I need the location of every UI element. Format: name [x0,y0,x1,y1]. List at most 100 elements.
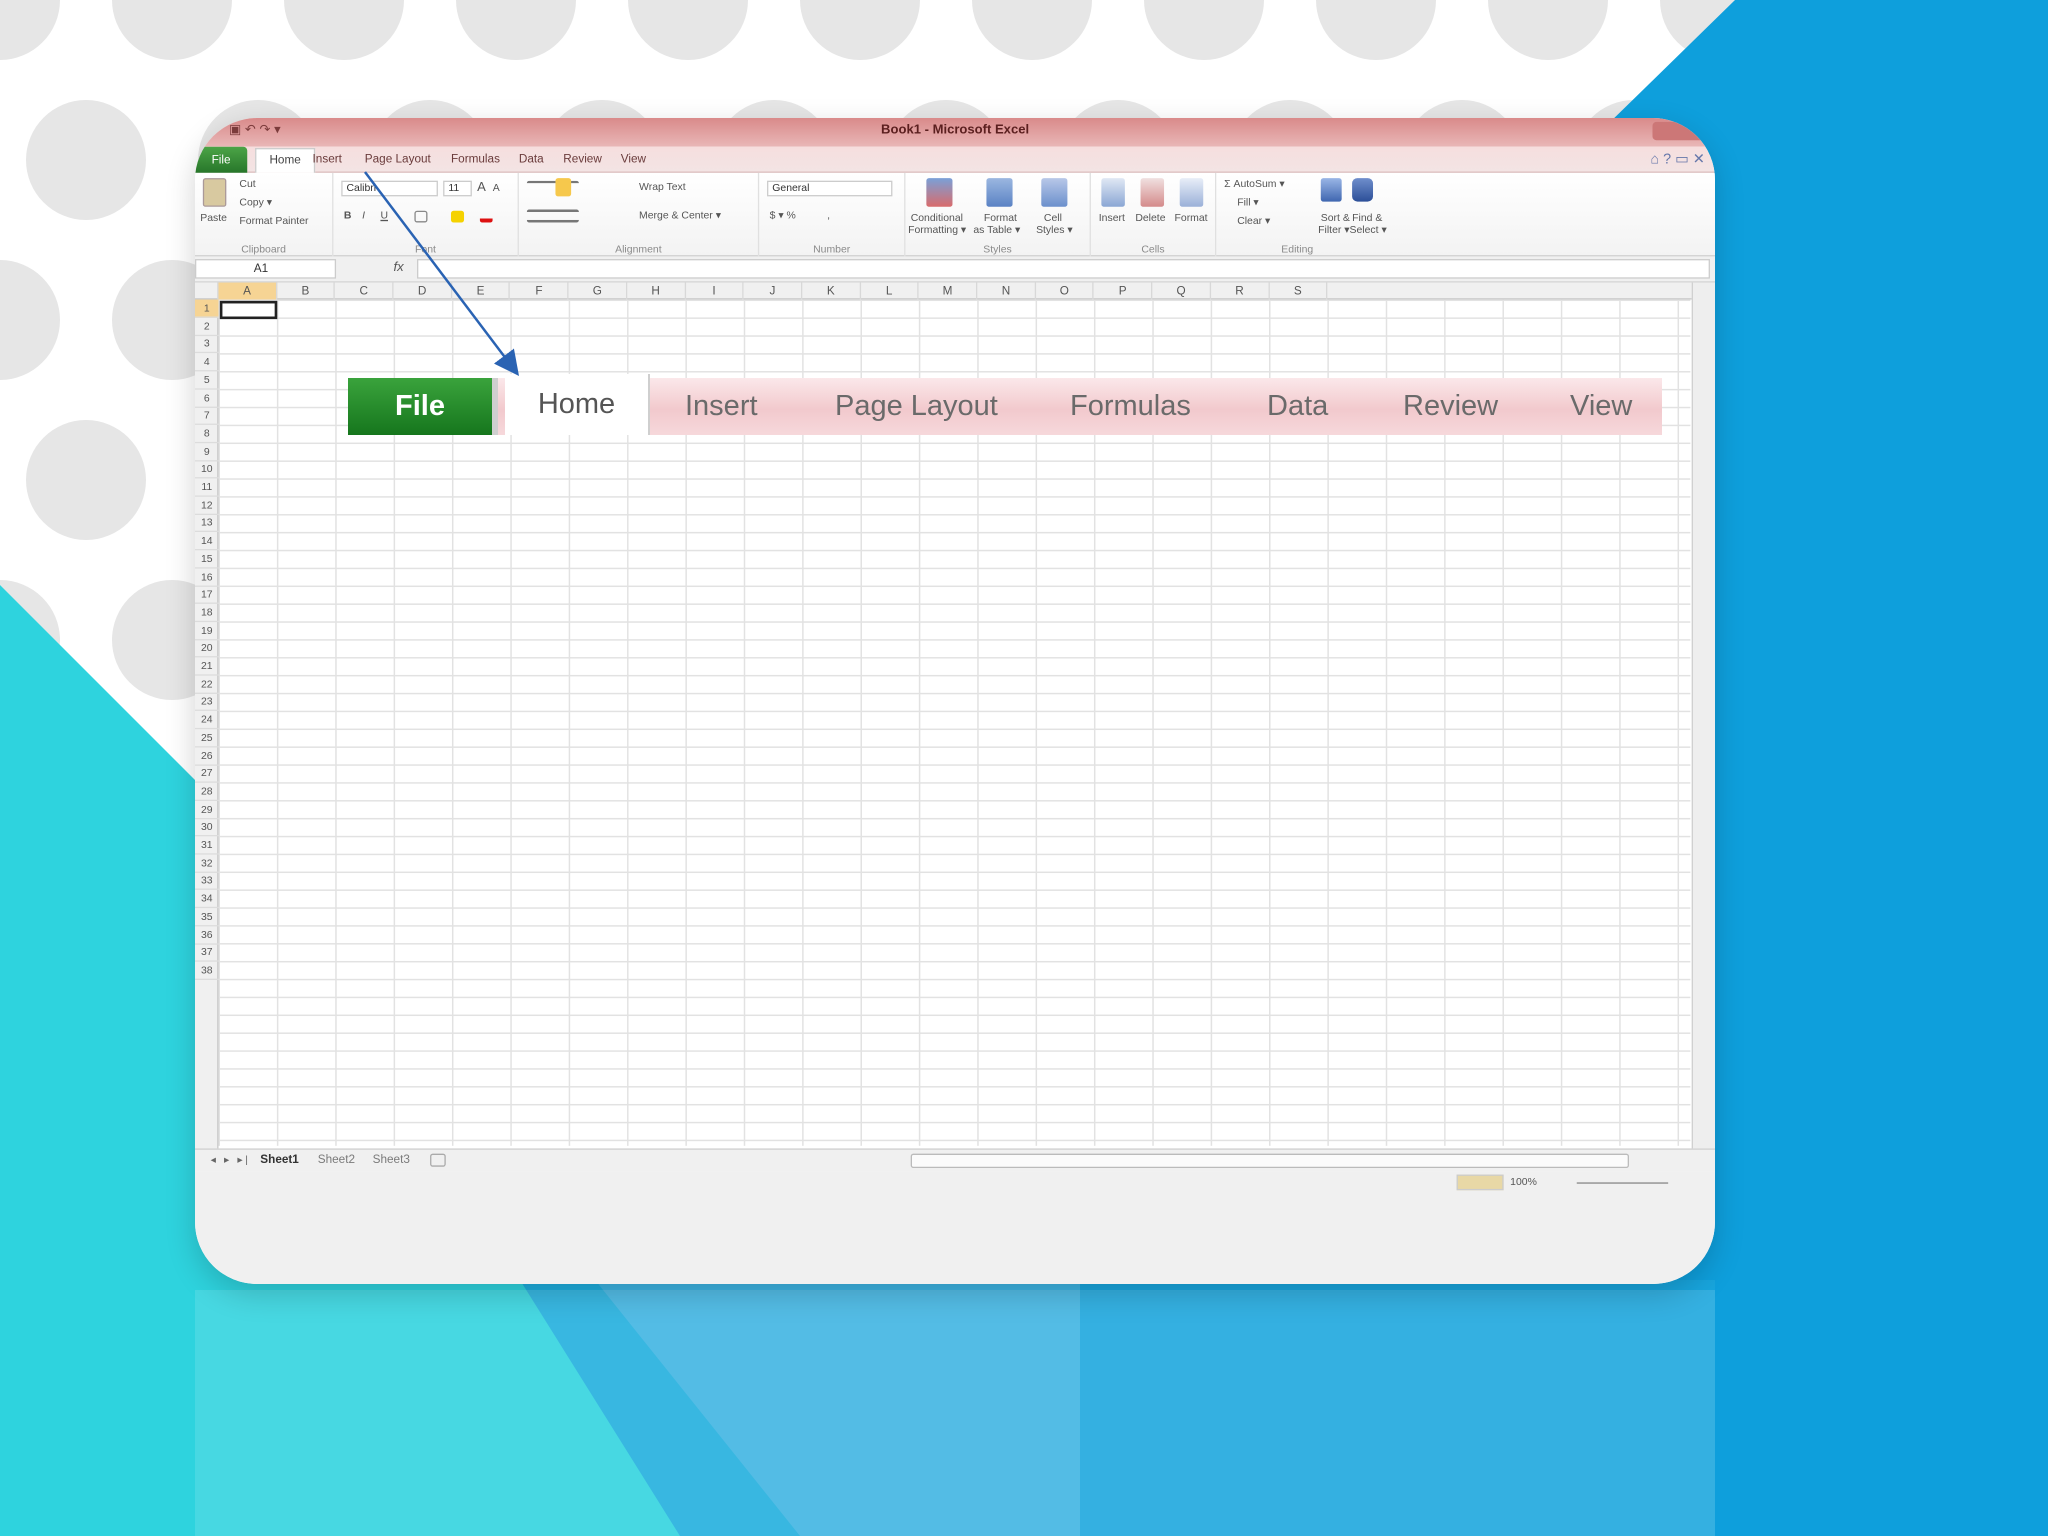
format-cells-button[interactable]: Format [1175,212,1208,224]
insert-sheet-icon[interactable] [430,1153,446,1167]
row-header[interactable]: 18 [195,604,219,622]
column-header[interactable]: G [569,282,628,300]
paste-button[interactable]: Paste [200,212,227,224]
font-size-select[interactable]: 11 [443,180,472,197]
row-header[interactable]: 24 [195,711,219,730]
find-select-button[interactable]: Find & [1352,212,1382,224]
row-header[interactable]: 10 [195,461,219,479]
italic-button[interactable]: I [362,209,365,221]
row-header[interactable]: 28 [195,783,219,801]
column-header[interactable]: Q [1153,282,1211,300]
currency-button[interactable]: $ ▾ % [770,209,796,221]
column-header[interactable]: S [1269,282,1328,300]
column-header[interactable]: N [977,282,1036,300]
underline-button[interactable]: U [380,209,388,221]
shrink-font-button[interactable]: A [493,182,500,194]
row-header[interactable]: 13 [195,514,219,533]
callout-tab-file[interactable]: File [348,378,498,435]
row-header[interactable]: 25 [195,729,219,748]
font-name-select[interactable]: Calibri [341,180,438,197]
column-header[interactable]: K [802,282,861,300]
row-header[interactable]: 8 [195,425,219,444]
callout-tab-home[interactable]: Home [505,374,650,435]
format-as-table-icon[interactable] [986,178,1013,207]
find-select-button-line2[interactable]: Select ▾ [1350,224,1387,236]
row-header[interactable]: 3 [195,335,219,354]
column-header[interactable]: O [1036,282,1095,300]
column-header[interactable]: C [335,282,394,300]
fill-button[interactable]: Fill ▾ [1237,196,1259,208]
row-header[interactable]: 30 [195,818,219,837]
row-header[interactable]: 37 [195,944,219,962]
bold-button[interactable]: B [344,209,352,221]
horizontal-scrollbar[interactable] [910,1153,1629,1169]
row-header[interactable]: 2 [195,317,219,336]
grow-font-button[interactable]: A [477,181,486,195]
vertical-scrollbar[interactable] [1691,282,1715,1149]
name-box[interactable]: A1 [195,259,337,279]
row-header[interactable]: 6 [195,389,219,408]
row-header[interactable]: 38 [195,962,219,980]
row-header[interactable]: 26 [195,747,219,766]
help-icons[interactable]: ⌂ ? ▭ ✕ [1650,151,1704,168]
row-header[interactable]: 7 [195,407,219,426]
callout-tab-page-layout[interactable]: Page Layout [835,378,998,435]
insert-cells-button[interactable]: Insert [1099,212,1125,224]
format-painter-button[interactable]: Format Painter [239,215,308,227]
window-controls[interactable] [1652,121,1708,141]
row-header[interactable]: 23 [195,693,219,712]
callout-tab-data[interactable]: Data [1267,378,1328,435]
number-format-select[interactable]: General [767,180,893,197]
formula-input[interactable] [417,259,1710,279]
column-header[interactable]: J [744,282,803,300]
callout-tab-view[interactable]: View [1570,378,1632,435]
autosum-button[interactable]: Σ AutoSum ▾ [1224,178,1284,190]
merge-center-button[interactable]: Merge & Center ▾ [639,209,721,221]
tab-insert[interactable]: Insert [313,152,342,165]
cut-button[interactable]: Cut [239,178,255,190]
column-header[interactable]: B [277,282,336,300]
row-header[interactable]: 5 [195,371,219,390]
comma-button[interactable]: , [827,209,830,221]
fill-color-icon[interactable] [450,210,465,223]
zoom-level[interactable]: 100% [1510,1176,1537,1188]
select-all-corner[interactable] [195,282,219,300]
row-header[interactable]: 17 [195,586,219,605]
find-select-icon[interactable] [1352,178,1374,202]
conditional-formatting-button[interactable]: Conditional [911,212,963,224]
row-header[interactable]: 1 [195,299,219,318]
cell-styles-button[interactable]: Cell [1044,212,1062,224]
tab-view[interactable]: View [621,152,646,165]
delete-cells-icon[interactable] [1140,178,1165,207]
tab-review[interactable]: Review [563,152,602,165]
row-header[interactable]: 14 [195,532,219,551]
column-header[interactable]: I [686,282,744,300]
row-header[interactable]: 20 [195,639,219,658]
align-middle-icon[interactable] [555,178,572,197]
callout-tab-insert[interactable]: Insert [685,378,758,435]
column-header[interactable]: R [1211,282,1270,300]
row-header[interactable]: 16 [195,568,219,587]
format-cells-icon[interactable] [1179,178,1204,207]
row-header[interactable]: 34 [195,890,219,909]
sort-filter-icon[interactable] [1320,178,1342,202]
row-header[interactable]: 33 [195,872,219,891]
insert-cells-icon[interactable] [1101,178,1125,207]
copy-button[interactable]: Copy ▾ [239,196,272,208]
fx-icon[interactable]: fx [394,260,404,274]
sort-filter-button-line2[interactable]: Filter ▾ [1318,224,1349,236]
row-header[interactable]: 9 [195,443,219,461]
tab-file[interactable]: File [195,146,248,173]
conditional-formatting-button-line2[interactable]: Formatting ▾ [908,224,966,236]
row-header[interactable]: 4 [195,353,219,372]
tab-page-layout[interactable]: Page Layout [365,152,431,165]
format-as-table-button-line2[interactable]: as Table ▾ [973,224,1020,236]
wrap-text-button[interactable]: Wrap Text [639,181,686,193]
view-buttons[interactable] [1456,1174,1504,1191]
row-header[interactable]: 22 [195,675,219,694]
tab-data[interactable]: Data [519,152,544,165]
sort-filter-button[interactable]: Sort & [1321,212,1350,224]
clear-button[interactable]: Clear ▾ [1237,215,1270,227]
column-header[interactable]: P [1094,282,1153,300]
delete-cells-button[interactable]: Delete [1135,212,1165,224]
